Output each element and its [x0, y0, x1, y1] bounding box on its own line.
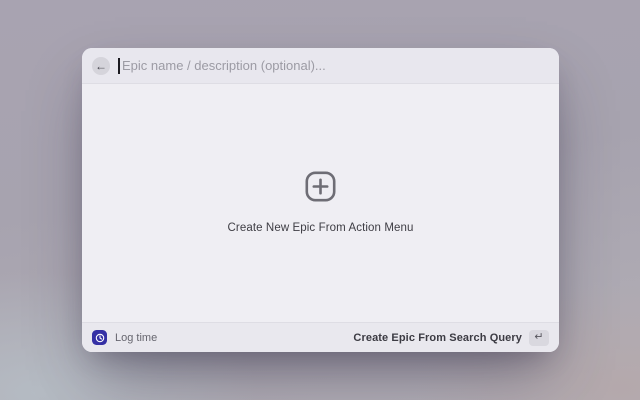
log-time-action[interactable]: Log time — [92, 330, 157, 345]
text-caret — [118, 58, 120, 74]
clock-icon — [92, 330, 107, 345]
epic-name-field-wrap — [118, 48, 549, 83]
back-button[interactable]: ← — [92, 57, 110, 75]
epic-name-input[interactable] — [118, 58, 549, 73]
desktop-background: ← Create New Epic From Action Menu — [0, 0, 640, 400]
create-epic-submit-action[interactable]: Create Epic From Search Query ↵ — [353, 330, 549, 346]
back-arrow-icon: ← — [95, 60, 107, 72]
create-epic-dialog: ← Create New Epic From Action Menu — [82, 48, 559, 352]
submit-label: Create Epic From Search Query — [353, 332, 522, 344]
empty-state[interactable]: Create New Epic From Action Menu — [228, 168, 414, 234]
dialog-header: ← — [82, 48, 559, 84]
dialog-footer: Log time Create Epic From Search Query ↵ — [82, 322, 559, 352]
dialog-body: Create New Epic From Action Menu — [82, 84, 559, 322]
add-epic-icon — [302, 168, 339, 205]
log-time-label: Log time — [115, 332, 157, 344]
empty-state-label: Create New Epic From Action Menu — [228, 222, 414, 234]
enter-key-icon: ↵ — [529, 330, 549, 346]
